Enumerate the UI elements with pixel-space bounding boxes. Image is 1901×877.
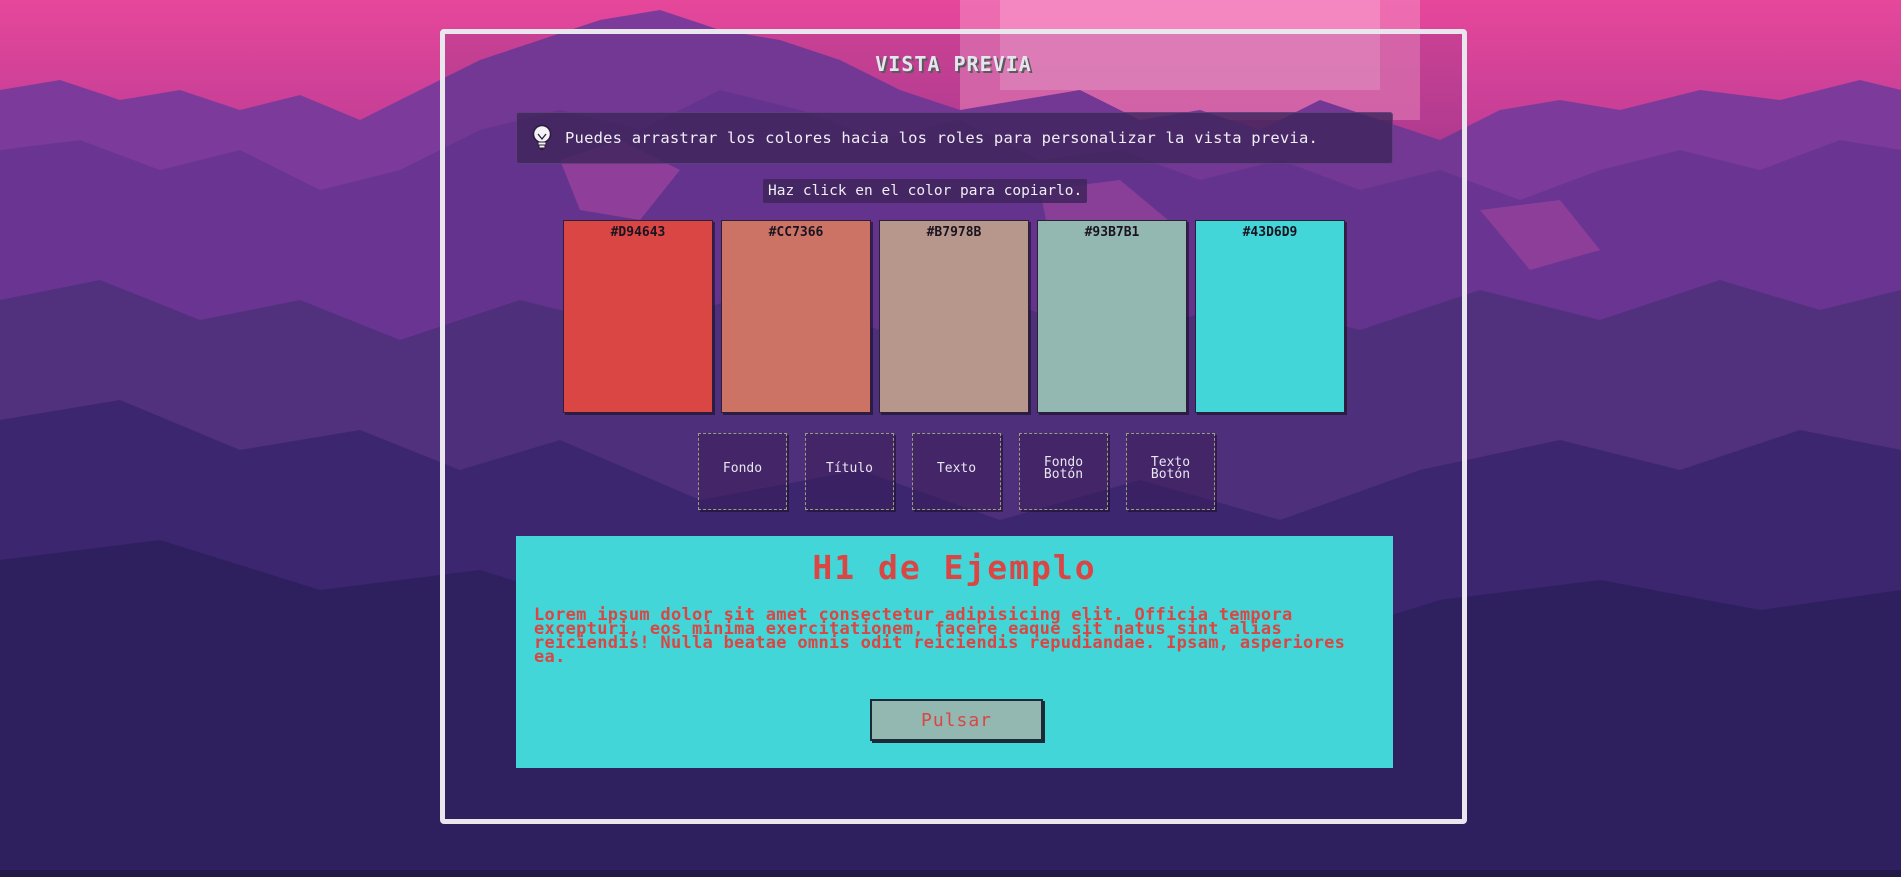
sample-paragraph: Lorem ipsum dolor sit amet consectetur a…	[534, 605, 1346, 667]
swatch-hex-label: #43D6D9	[1242, 225, 1298, 240]
sample-button[interactable]: Pulsar	[870, 699, 1043, 741]
swatch-hex-label: #D94643	[610, 225, 666, 240]
color-palette: #D94643 #CC7366 #B7978B #93B7B1 #43D6D9	[563, 220, 1345, 413]
role-dropzone-fondo[interactable]: Fondo	[698, 433, 787, 510]
color-swatch[interactable]: #D94643	[563, 220, 713, 413]
copy-hint: Haz click en el color para copiarlo.	[763, 179, 1088, 203]
panel-title: VISTA PREVIA	[875, 52, 1032, 76]
role-label: Texto	[936, 460, 977, 476]
role-dropzone-texto-boton[interactable]: Texto Botón	[1126, 433, 1215, 510]
tip-text: Puedes arrastrar los colores hacia los r…	[565, 129, 1319, 147]
role-dropzone-titulo[interactable]: Título	[805, 433, 894, 510]
sample-heading: H1 de Ejemplo	[812, 548, 1097, 587]
role-label: Título	[826, 460, 873, 476]
role-label: Fondo	[722, 460, 763, 476]
swatch-hex-label: #93B7B1	[1084, 225, 1140, 240]
swatch-hex-label: #CC7366	[768, 225, 824, 240]
role-dropzone-fondo-boton[interactable]: Fondo Botón	[1019, 433, 1108, 510]
role-dropzones: Fondo Título Texto Fondo Botón Texto Botón	[698, 433, 1215, 510]
sample-preview: H1 de Ejemplo Lorem ipsum dolor sit amet…	[516, 536, 1393, 768]
color-swatch[interactable]: #B7978B	[879, 220, 1029, 413]
color-swatch[interactable]: #43D6D9	[1195, 220, 1345, 413]
role-label-2: Botón	[1043, 466, 1084, 482]
role-dropzone-texto[interactable]: Texto	[912, 433, 1001, 510]
swatch-hex-label: #B7978B	[926, 225, 982, 240]
lightbulb-icon	[529, 123, 555, 153]
preview-panel: VISTA PREVIA Puedes arrastrar los colore…	[440, 29, 1467, 824]
color-swatch[interactable]: #CC7366	[721, 220, 871, 413]
drag-tip-banner: Puedes arrastrar los colores hacia los r…	[516, 112, 1393, 164]
role-label-2: Botón	[1150, 466, 1191, 482]
color-swatch[interactable]: #93B7B1	[1037, 220, 1187, 413]
